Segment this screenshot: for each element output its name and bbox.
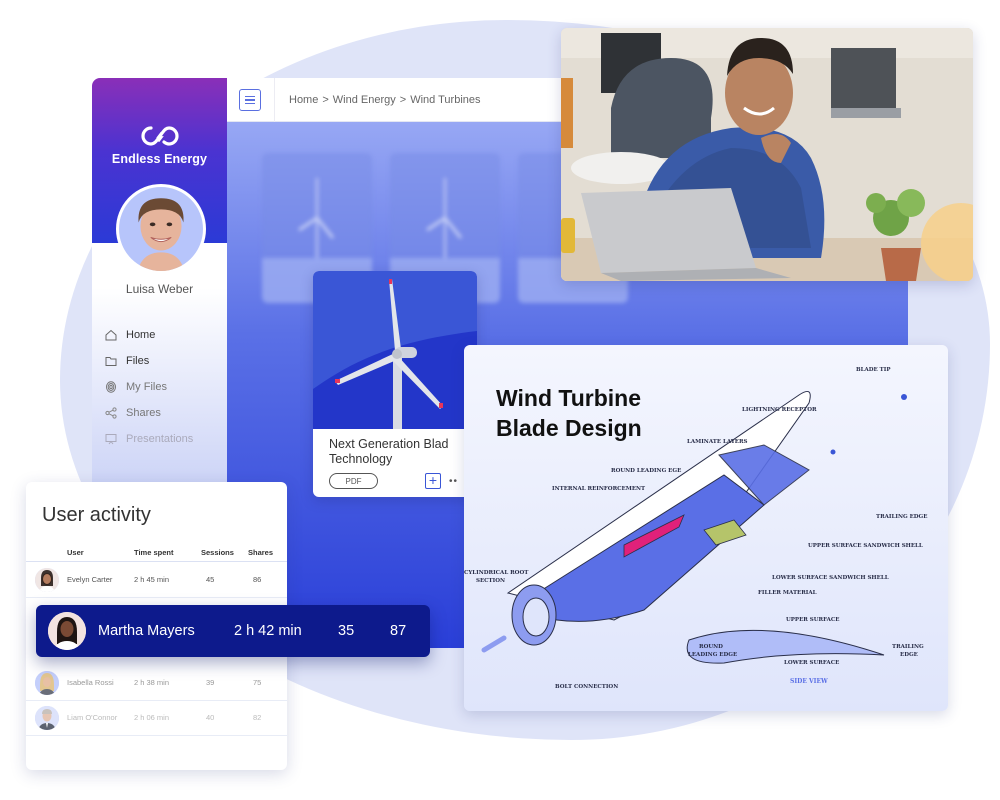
label-internal-reinforcement: INTERNAL REINFORCEMENT: [552, 486, 646, 492]
label-lightning-receptor: LIGHTNING RECEPTOR: [742, 407, 817, 413]
infinity-logo-icon: [140, 126, 179, 146]
user-name: Evelyn Carter: [67, 575, 113, 584]
label-leading-edge: LEADING EDGE: [688, 652, 737, 658]
shares: 86: [253, 575, 262, 584]
add-button[interactable]: +: [425, 473, 441, 489]
brand-name: Endless Energy: [111, 152, 208, 166]
user-name: Liam O'Connor: [67, 713, 118, 722]
table-row[interactable]: Evelyn Carter 2 h 45 min 45 86: [26, 562, 287, 598]
label-cylindrical-root: CYLINDRICAL ROOT: [464, 570, 529, 576]
home-icon: [104, 329, 117, 342]
sessions: 40: [206, 713, 215, 722]
wind-turbine-icon: [298, 178, 335, 258]
sidebar-item-shares[interactable]: Shares: [104, 400, 224, 426]
sidebar-item-label: Home: [126, 329, 156, 341]
blade-illustration: BLADE TIP LIGHTNING RECEPTOR LAMINATE LA…: [464, 367, 927, 690]
avatar: [35, 568, 59, 592]
label-upper-surface: UPPER SURFACE: [786, 617, 840, 623]
breadcrumb-separator: >: [399, 94, 407, 106]
user-name: Luisa Weber: [125, 282, 194, 296]
column-header-shares[interactable]: Shares: [248, 548, 273, 557]
label-bolt-connection: BOLT CONNECTION: [555, 684, 618, 690]
breadcrumb: Home > Wind Energy > Wind Turbines: [289, 94, 481, 106]
label-laminate-layers: LAMINATE LAYERS: [687, 439, 748, 445]
label-lower-surface: LOWER SURFACE: [784, 660, 839, 666]
wind-turbine-icon: [426, 178, 463, 258]
label-edge: EDGE: [900, 652, 918, 658]
hamburger-menu-icon[interactable]: [239, 89, 261, 111]
folder-icon: [104, 355, 117, 368]
breadcrumb-wind-energy[interactable]: Wind Energy: [333, 94, 396, 106]
shares: 75: [253, 678, 262, 687]
more-options-icon[interactable]: ••: [449, 476, 458, 487]
wind-turbine-illustration: [313, 279, 477, 429]
file-actions: PDF + ••: [329, 473, 477, 489]
table-row[interactable]: Liam O'Connor 2 h 06 min 40 82: [26, 700, 287, 736]
file-card[interactable]: Next Generation Blad Technology PDF + ••: [313, 271, 477, 497]
sidebar-item-label: Files: [126, 355, 150, 367]
user-name: Martha Mayers: [98, 623, 195, 639]
hero-photo: [561, 28, 973, 281]
table-row[interactable]: Isabella Rossi 2 h 38 min 39 75: [26, 665, 287, 701]
shares: 82: [253, 713, 262, 722]
time-spent: 2 h 38 min: [134, 678, 170, 687]
sessions: 39: [206, 678, 215, 687]
breadcrumb-separator: >: [322, 94, 329, 106]
label-side-view: SIDE VIEW: [790, 678, 828, 685]
share-icon: [104, 407, 117, 420]
file-title: Next Generation Blad Technology: [329, 437, 449, 466]
label-blade-tip: BLADE TIP: [856, 367, 890, 373]
time-spent: 2 h 06 min: [134, 713, 170, 722]
avatar: [35, 706, 59, 730]
sidebar-item-home[interactable]: Home: [104, 322, 224, 348]
breadcrumb-home[interactable]: Home: [289, 94, 318, 106]
breadcrumb-wind-turbines[interactable]: Wind Turbines: [410, 94, 480, 106]
file-thumbnail: [313, 271, 477, 429]
column-header-time[interactable]: Time spent: [134, 548, 173, 557]
user-name: Isabella Rossi: [67, 678, 114, 687]
label-filler-material: FILLER MATERIAL: [758, 590, 817, 596]
column-header-sessions[interactable]: Sessions: [201, 548, 234, 557]
presentation-icon: [104, 433, 117, 446]
sidebar-item-files[interactable]: Files: [104, 348, 224, 374]
label-trailing-edge: TRAILING EDGE: [876, 514, 927, 520]
avatar: [48, 612, 86, 650]
divider: [274, 78, 275, 122]
column-header-user[interactable]: User: [67, 548, 84, 557]
sidebar-item-my-files[interactable]: My Files: [104, 374, 224, 400]
time-spent: 2 h 45 min: [134, 575, 170, 584]
label-upper-surface-sandwich-shell: UPPER SURFACE SANDWICH SHELL: [808, 543, 923, 549]
user-avatar[interactable]: [116, 184, 206, 274]
sidebar-item-label: Presentations: [126, 433, 194, 445]
sidebar-item-label: Shares: [126, 407, 161, 419]
label-round-leading-ege: ROUND LEADING EGE: [611, 468, 681, 474]
shares: 87: [390, 623, 407, 639]
sidebar: Endless Energy Luisa Weber Home Files My…: [92, 78, 227, 498]
file-type-badge[interactable]: PDF: [329, 473, 378, 489]
sidebar-item-presentations[interactable]: Presentations: [104, 426, 224, 452]
sidebar-nav: Home Files My Files Shares Presentations: [104, 322, 224, 452]
sessions: 45: [206, 575, 215, 584]
fingerprint-icon: [104, 381, 117, 394]
sidebar-item-label: My Files: [126, 381, 167, 393]
label-round: ROUND: [699, 644, 723, 650]
time-spent: 2 h 42 min: [234, 623, 302, 639]
blade-design-diagram: Wind Turbine Blade Design BLADE TIP LIGH…: [464, 345, 948, 711]
label-cylindrical-root-section: SECTION: [476, 578, 505, 584]
panel-title: User activity: [42, 504, 151, 526]
label-trailing: TRAILING: [892, 644, 924, 650]
highlighted-table-row[interactable]: Martha Mayers 2 h 42 min 35 87: [36, 605, 430, 657]
sessions: 35: [338, 623, 355, 639]
label-lower-surface-sandwich-shell: LOWER SURFACE SANDWICH SHELL: [772, 575, 889, 581]
avatar: [35, 671, 59, 695]
